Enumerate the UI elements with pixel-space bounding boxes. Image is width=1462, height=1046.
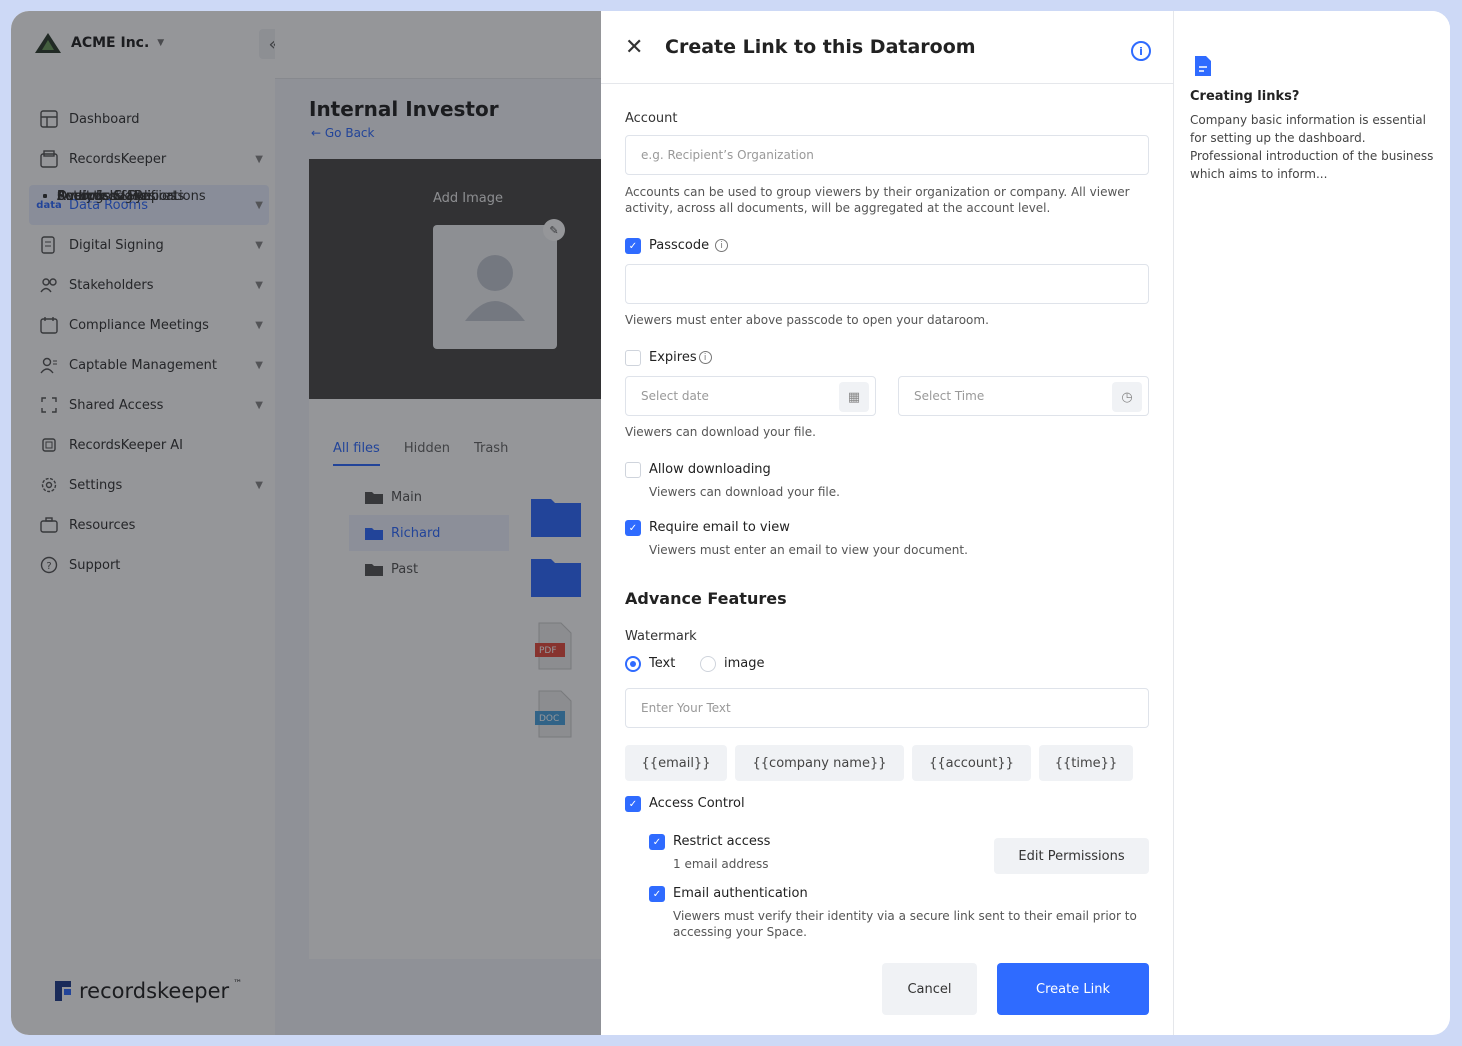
account-input[interactable]: e.g. Recipient’s Organization (625, 135, 1149, 175)
cancel-button[interactable]: Cancel (882, 963, 977, 1015)
radio-image-label: image (724, 656, 765, 671)
email-authentication-label: Email authentication (673, 886, 808, 901)
help-panel: Creating links? Company basic informatio… (1173, 11, 1450, 1035)
document-icon (1195, 56, 1211, 76)
account-help: Accounts can be used to group viewers by… (625, 185, 1130, 215)
modal-backdrop[interactable] (11, 11, 601, 1035)
check-icon: ✓ (628, 240, 638, 252)
passcode-checkbox[interactable]: ✓ (625, 238, 641, 254)
allow-downloading-checkbox[interactable] (625, 462, 641, 478)
access-control-checkbox[interactable]: ✓ (625, 796, 641, 812)
require-email-help: Viewers must enter an email to view your… (649, 543, 968, 557)
app-window: ACME Inc. ▼ « Dashboard RecordsKeeper ▼ … (11, 11, 1450, 1035)
expires-row: Expires i (649, 350, 712, 365)
chip-company-name[interactable]: {{company name}} (735, 745, 904, 781)
date-placeholder: Select date (641, 389, 709, 403)
email-authentication-checkbox[interactable]: ✓ (649, 886, 665, 902)
allow-downloading-help: Viewers can download your file. (649, 485, 840, 499)
restrict-access-checkbox[interactable]: ✓ (649, 834, 665, 850)
date-input[interactable]: Select date ▦ (625, 376, 876, 416)
info-icon[interactable]: i (715, 239, 729, 252)
require-email-label: Require email to view (649, 520, 790, 535)
radio-text[interactable] (625, 656, 641, 672)
expires-label: Expires (649, 350, 697, 365)
create-link-modal: ✕ Create Link to this Dataroom i Account… (601, 11, 1173, 1035)
clock-icon[interactable]: ◷ (1112, 382, 1142, 412)
modal-title: Create Link to this Dataroom (665, 36, 976, 58)
email-authentication-help: Viewers must verify their identity via a… (673, 909, 1137, 939)
check-icon: ✓ (628, 798, 638, 810)
modal-header: ✕ Create Link to this Dataroom i (601, 11, 1173, 84)
passcode-row: Passcode i (649, 238, 729, 253)
watermark-placeholder: Enter Your Text (641, 701, 731, 715)
help-body: Company basic information is essential f… (1190, 113, 1434, 181)
allow-downloading-label: Allow downloading (649, 462, 771, 477)
check-icon: ✓ (652, 888, 662, 900)
help-title: Creating links? (1190, 89, 1300, 104)
require-email-checkbox[interactable]: ✓ (625, 520, 641, 536)
calendar-icon[interactable]: ▦ (839, 382, 869, 412)
account-label: Account (625, 111, 678, 126)
check-icon: ✓ (652, 836, 662, 848)
time-placeholder: Select Time (914, 389, 985, 403)
chip-time[interactable]: {{time}} (1039, 745, 1133, 781)
check-icon: ✓ (628, 522, 638, 534)
radio-image[interactable] (700, 656, 716, 672)
info-icon[interactable]: i (698, 351, 712, 364)
watermark-label: Watermark (625, 629, 697, 644)
watermark-text-input[interactable]: Enter Your Text (625, 688, 1149, 728)
passcode-input[interactable] (625, 264, 1149, 304)
passcode-help: Viewers must enter above passcode to ope… (625, 313, 989, 327)
chip-email[interactable]: {{email}} (625, 745, 727, 781)
chip-account[interactable]: {{account}} (912, 745, 1031, 781)
access-control-label: Access Control (649, 796, 745, 811)
radio-text-label: Text (649, 656, 676, 671)
create-link-button[interactable]: Create Link (997, 963, 1149, 1015)
restrict-access-help: 1 email address (673, 857, 769, 871)
restrict-access-label: Restrict access (673, 834, 771, 849)
edit-permissions-button[interactable]: Edit Permissions (994, 838, 1149, 874)
expires-help: Viewers can download your file. (625, 425, 816, 439)
time-input[interactable]: Select Time ◷ (898, 376, 1149, 416)
account-placeholder: e.g. Recipient’s Organization (641, 148, 814, 162)
passcode-label: Passcode (649, 238, 710, 253)
info-icon[interactable]: i (1131, 41, 1151, 61)
expires-checkbox[interactable] (625, 350, 641, 366)
close-icon[interactable]: ✕ (625, 35, 649, 60)
advance-features-heading: Advance Features (625, 589, 787, 608)
